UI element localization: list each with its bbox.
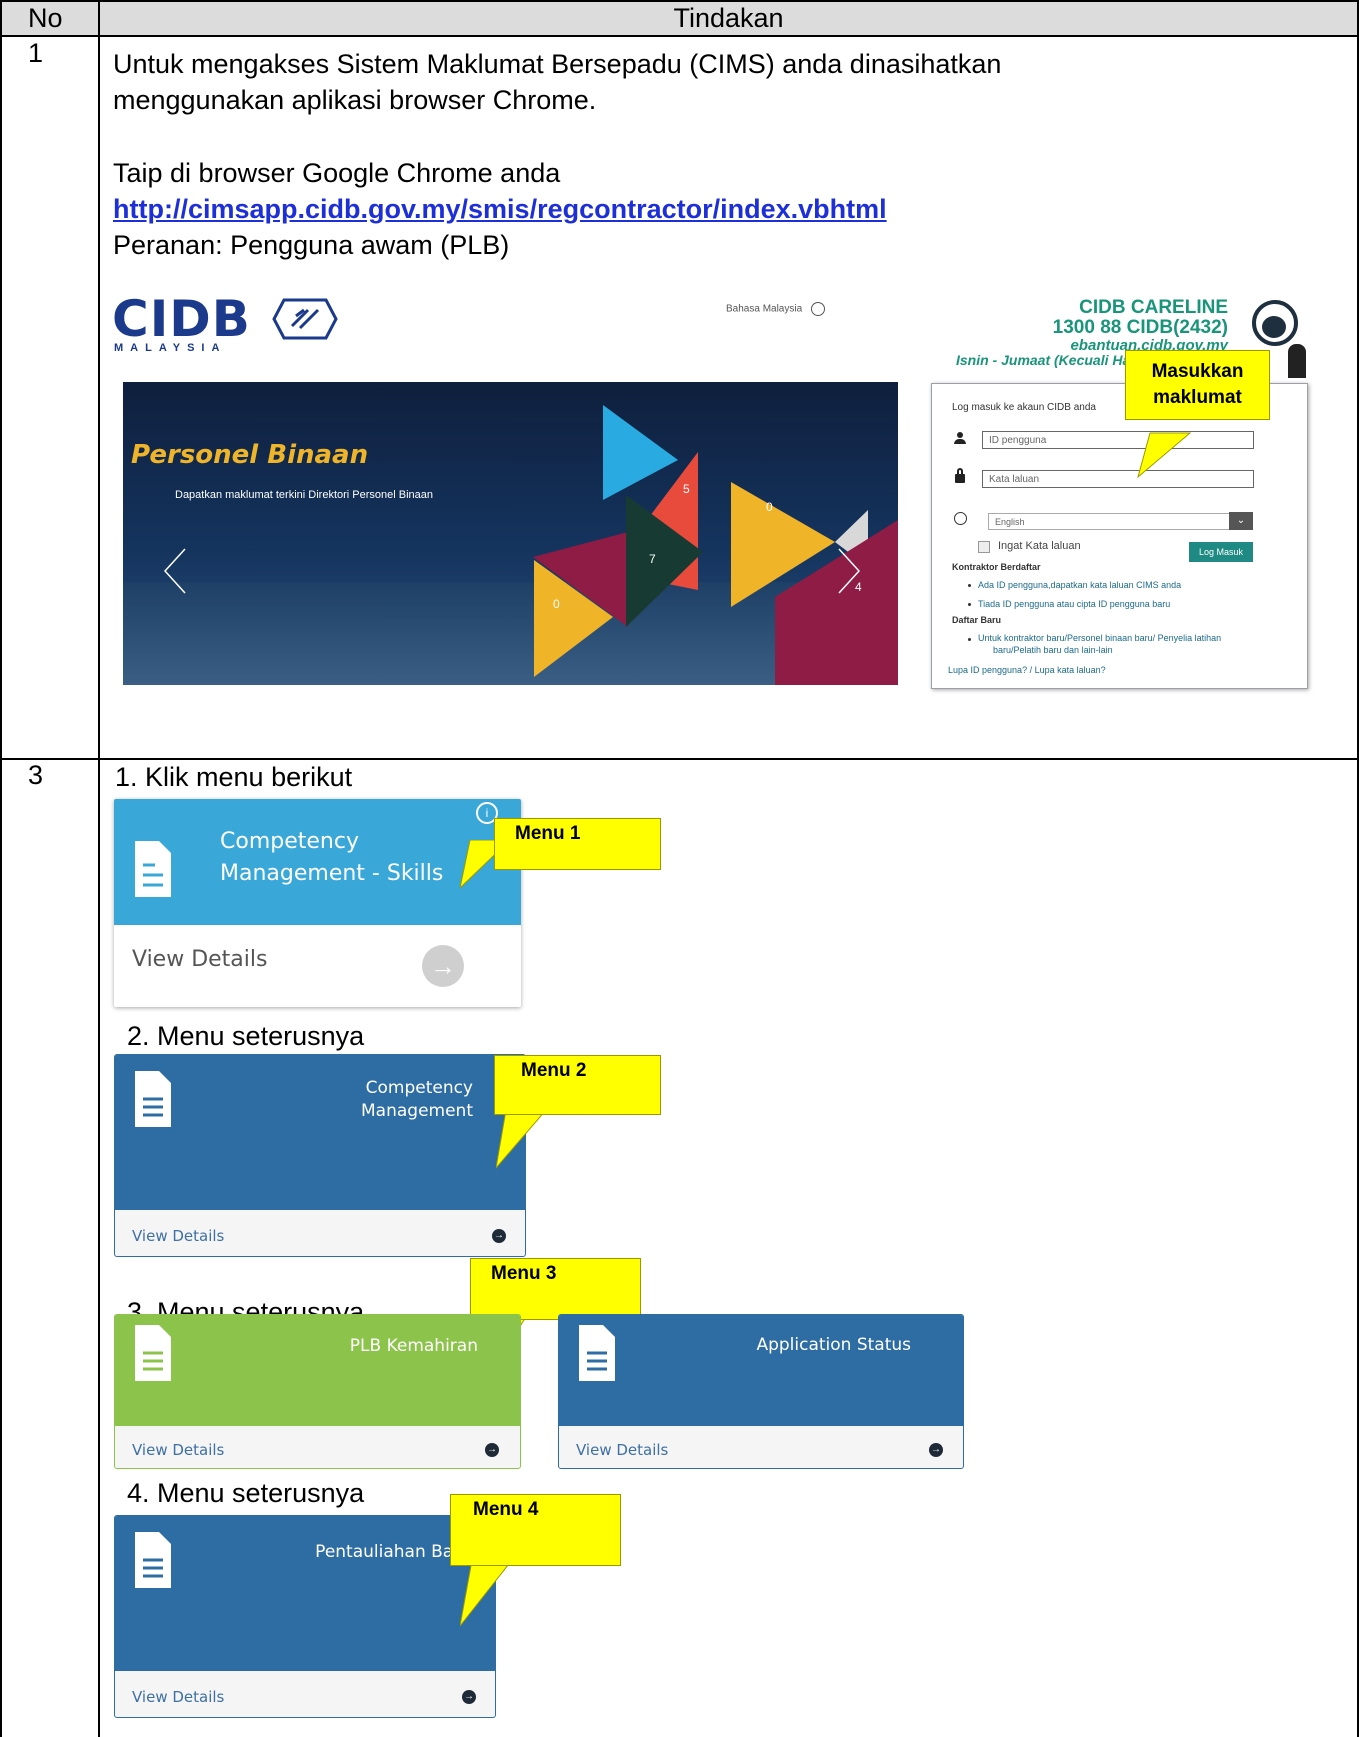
step2-label: 2. Menu seterusnya	[127, 1021, 365, 1051]
row1-instruction-line3: Taip di browser Google Chrome anda	[113, 158, 561, 188]
document-icon	[135, 1532, 171, 1588]
carousel-next-icon[interactable]	[835, 547, 863, 595]
callout-enter-info: Masukkan maklumat	[1125, 350, 1270, 420]
hero-banner: Personel Binaan Dapatkan maklumat terkin…	[123, 382, 898, 685]
arrow-right-icon[interactable]: →	[492, 1229, 506, 1243]
callout-menu3: Menu 3	[470, 1258, 641, 1320]
cims-url-link[interactable]: http://cimsapp.cidb.gov.my/smis/regcontr…	[113, 193, 887, 226]
remember-checkbox[interactable]	[978, 541, 990, 553]
dark-figure-icon	[1288, 344, 1306, 378]
tile-plb-kemahiran[interactable]: PLB Kemahiran View Details →	[114, 1314, 521, 1469]
callout-menu4: Menu 4	[450, 1494, 621, 1566]
callout-menu4-pointer	[460, 1560, 513, 1627]
tile-pentauliahan-baru[interactable]: Pentauliahan Baru View Details →	[114, 1515, 496, 1718]
registered-link-password[interactable]: Ada ID pengguna,dapatkan kata laluan CIM…	[978, 580, 1181, 590]
banner-number-3: 7	[649, 552, 656, 566]
document-icon	[135, 1071, 171, 1127]
forgot-credentials-link[interactable]: Lupa ID pengguna? / Lupa kata laluan?	[948, 665, 1106, 675]
tile1-view-details: View Details	[132, 947, 268, 972]
callout-menu2: Menu 2	[494, 1055, 661, 1115]
login-button[interactable]: Log Masuk	[1189, 542, 1253, 562]
callout-enter-info-line2: maklumat	[1153, 387, 1242, 408]
cidb-logo-mark-icon	[272, 298, 338, 340]
row1-instruction-line2: menggunakan aplikasi browser Chrome.	[113, 85, 597, 115]
carousel-prev-icon[interactable]	[161, 547, 189, 595]
careline-block: CIDB CARELINE 1300 88 CIDB(2432) ebantua…	[940, 298, 1228, 354]
tile4-view-details: View Details	[576, 1441, 669, 1459]
row3-number: 3	[28, 760, 44, 790]
triangle-cyan	[603, 405, 678, 500]
document-icon	[579, 1325, 615, 1381]
tile4-title: Application Status	[756, 1335, 911, 1355]
tile5-title: Pentauliahan Baru	[315, 1542, 471, 1562]
registered-heading: Kontraktor Berdaftar	[952, 562, 1041, 572]
arrow-right-icon[interactable]: →	[462, 1690, 476, 1704]
arrow-right-icon[interactable]: →	[422, 945, 464, 987]
step4-label: 4. Menu seterusnya	[127, 1478, 365, 1508]
row1-role: Peranan: Pengguna awam (PLB)	[113, 230, 510, 260]
callout-enter-info-line1: Masukkan	[1151, 361, 1244, 382]
lock-icon	[955, 468, 965, 483]
table-border-header-bottom	[0, 35, 1359, 37]
tile-application-status[interactable]: Application Status View Details →	[558, 1314, 964, 1469]
bullet-1	[968, 584, 971, 587]
document-icon	[135, 841, 171, 897]
bullet-2	[968, 603, 971, 606]
login-title: Log masuk ke akaun CIDB anda	[952, 402, 1096, 413]
language-switch[interactable]: Bahasa Malaysia	[726, 302, 825, 316]
table-border-row-divider	[0, 758, 1359, 760]
banner-number-1: 5	[683, 482, 690, 496]
banner-triangles-graphic	[533, 405, 898, 685]
careline-title: CIDB CARELINE	[1079, 297, 1228, 318]
header-action: Tindakan	[673, 3, 784, 33]
remember-label: Ingat Kata laluan	[998, 540, 1081, 552]
tile4-header	[559, 1315, 963, 1426]
table-border-col-divider	[98, 0, 100, 1737]
tile-competency-management[interactable]: Competency Management View Details →	[114, 1054, 526, 1257]
tile2-view-details: View Details	[132, 1227, 225, 1245]
careline-phone: 1300 88 CIDB(2432)	[1052, 317, 1228, 338]
user-icon	[954, 432, 966, 444]
document-icon	[135, 1325, 171, 1381]
banner-number-2: 0	[766, 500, 773, 514]
tile1-title-line1: Competency	[220, 829, 359, 854]
callout-menu2-pointer	[496, 1110, 547, 1169]
new-registration-link-line1[interactable]: Untuk kontraktor baru/Personel binaan ba…	[978, 633, 1221, 643]
tile3-title: PLB Kemahiran	[349, 1336, 478, 1356]
new-registration-link-line2[interactable]: baru/Pelatih baru dan lain-lain	[993, 645, 1113, 655]
row1-instruction-line1: Untuk mengakses Sistem Maklumat Bersepad…	[113, 49, 1002, 79]
header-no: No	[28, 3, 63, 33]
cidb-logo: CIDB	[112, 290, 338, 348]
language-label: Bahasa Malaysia	[726, 303, 803, 315]
careline-hours: Isnin - Jumaat (Kecuali Ha	[956, 352, 1131, 368]
callout-menu1: Menu 1	[494, 818, 661, 870]
banner-number-4: 0	[553, 597, 560, 611]
registered-link-create-id[interactable]: Tiada ID pengguna atau cipta ID pengguna…	[978, 599, 1170, 609]
row1-number: 1	[28, 38, 44, 68]
tile3-view-details: View Details	[132, 1441, 225, 1459]
new-heading: Daftar Baru	[952, 615, 1002, 625]
globe-icon	[954, 512, 967, 525]
bullet-3	[968, 638, 971, 641]
tile3-header	[115, 1315, 520, 1426]
arrow-right-icon[interactable]: →	[929, 1443, 943, 1457]
globe-icon	[810, 302, 825, 316]
arrow-right-icon[interactable]: →	[485, 1443, 499, 1457]
chevron-down-icon[interactable]: ⌄	[1229, 512, 1253, 530]
language-select[interactable]: English	[988, 513, 1242, 530]
tile2-title-line2: Management	[361, 1101, 473, 1121]
tile2-title-line1: Competency	[365, 1078, 473, 1098]
cidb-logo-text: CIDB	[112, 290, 251, 348]
tile-competency-management-skills[interactable]: Competency Management - Skills i View De…	[114, 799, 521, 1007]
tile1-title-line2: Management - Skills	[220, 861, 444, 886]
tile5-view-details: View Details	[132, 1688, 225, 1706]
cidb-logo-subtitle: MALAYSIA	[114, 342, 227, 354]
headset-mic-icon	[1262, 316, 1286, 338]
step1-label: 1. Klik menu berikut	[115, 762, 353, 792]
table-border-left	[0, 0, 2, 1737]
